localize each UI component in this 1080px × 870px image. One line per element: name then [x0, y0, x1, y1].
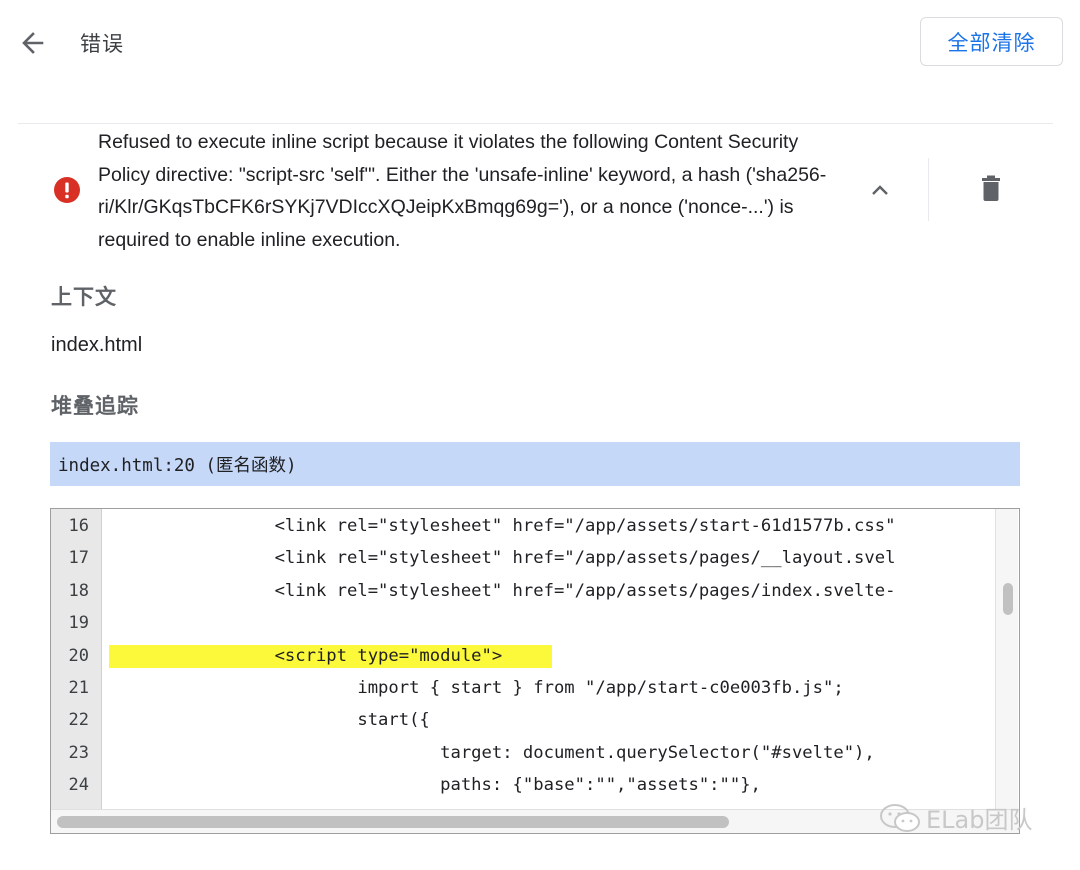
code-line: <link rel="stylesheet" href="/app/assets… [109, 516, 896, 536]
code-line: <script type="module"> [109, 645, 503, 666]
line-number: 20 [68, 645, 89, 666]
line-number-gutter: 16 17 18 19 20 21 22 23 24 [51, 509, 102, 809]
stack-trace-heading: 堆叠追踪 [51, 394, 139, 418]
code-line: import { start } from "/app/start-c0e003… [109, 678, 844, 698]
back-button[interactable] [16, 26, 52, 60]
code-line: paths: {"base":"","assets":""}, [109, 775, 761, 796]
delete-button[interactable] [973, 170, 1009, 208]
clear-all-button[interactable]: 全部清除 [920, 17, 1063, 66]
collapse-button[interactable] [862, 174, 898, 206]
line-number: 19 [68, 613, 89, 634]
line-number: 22 [68, 710, 89, 731]
vertical-scrollbar-thumb[interactable] [1003, 583, 1013, 615]
header-divider [18, 123, 1053, 124]
line-number: 21 [68, 678, 89, 698]
code-line: <link rel="stylesheet" href="/app/assets… [109, 580, 896, 601]
entry-separator [928, 158, 929, 221]
horizontal-scrollbar[interactable] [51, 809, 1019, 833]
code-line: target: document.querySelector("#svelte"… [109, 742, 875, 763]
line-number: 18 [68, 580, 89, 601]
code-line: <link rel="stylesheet" href="/app/assets… [109, 548, 896, 569]
stack-frame[interactable]: index.html:20 (匿名函数) [50, 442, 1020, 486]
code-viewer: 16 17 18 19 20 21 22 23 24 <link rel="stylesheet… [50, 508, 1020, 834]
error-icon [53, 176, 81, 204]
watermark: ELab团队 [878, 800, 1032, 835]
error-message: Refused to execute inline script because… [98, 131, 827, 251]
chevron-up-icon [872, 185, 888, 195]
page-title: 错误 [80, 32, 124, 56]
line-number: 23 [68, 742, 89, 763]
context-value: index.html [51, 334, 143, 356]
wechat-icon [880, 803, 920, 832]
horizontal-scrollbar-thumb[interactable] [57, 816, 729, 828]
line-number: 17 [68, 548, 89, 569]
context-heading: 上下文 [51, 285, 117, 309]
line-number: 24 [68, 775, 89, 796]
trash-icon [982, 175, 1000, 201]
watermark-text: ELab团队 [926, 806, 1033, 834]
vertical-scrollbar[interactable] [995, 509, 1018, 809]
code-line: start({ [109, 710, 430, 731]
back-arrow-icon [22, 32, 44, 54]
line-number: 16 [68, 516, 89, 536]
